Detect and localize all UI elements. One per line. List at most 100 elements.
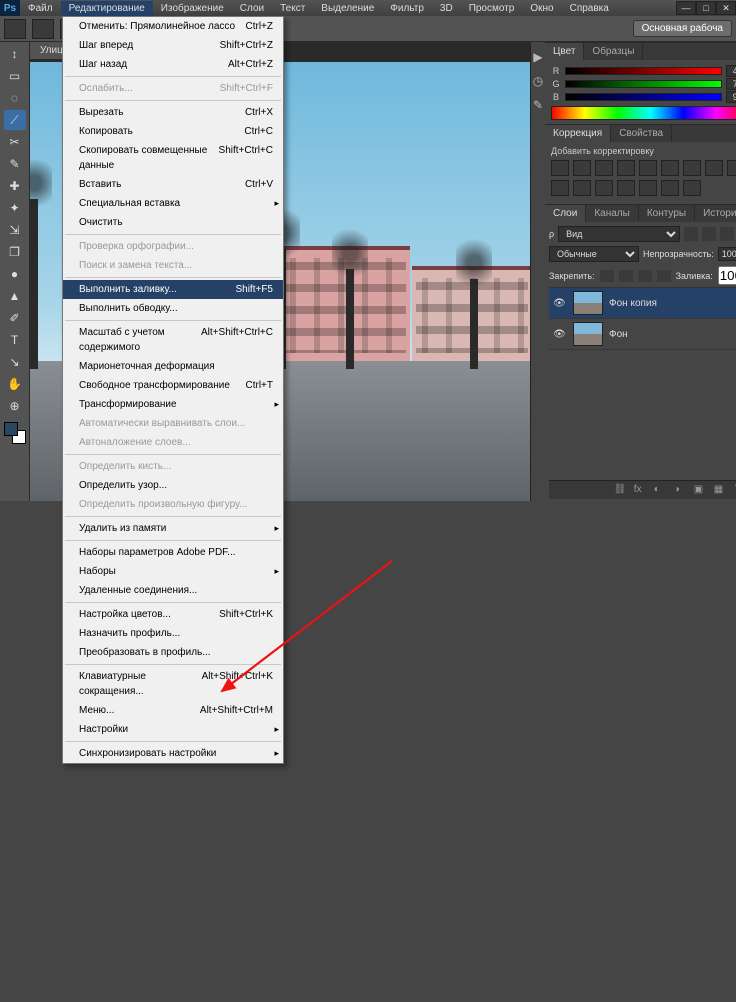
- close-button[interactable]: ✕: [716, 1, 736, 15]
- tool-button[interactable]: ✚: [4, 176, 26, 196]
- menu-item[interactable]: Скопировать совмещенные данныеShift+Ctrl…: [63, 141, 283, 175]
- b-slider[interactable]: [565, 93, 722, 101]
- tab-paths[interactable]: Контуры: [639, 205, 695, 222]
- blend-mode-select[interactable]: Обычные: [549, 246, 639, 262]
- adj-btn[interactable]: [661, 180, 679, 196]
- menu-item[interactable]: Синхронизировать настройки: [63, 744, 283, 763]
- maximize-button[interactable]: □: [696, 1, 716, 15]
- brush-icon[interactable]: ✎: [531, 98, 545, 112]
- menu-item[interactable]: Клавиатурные сокращения...Alt+Shift+Ctrl…: [63, 667, 283, 701]
- adj-btn[interactable]: [683, 180, 701, 196]
- menu-item[interactable]: Масштаб с учетом содержимогоAlt+Shift+Ct…: [63, 323, 283, 357]
- menu-слои[interactable]: Слои: [232, 1, 272, 16]
- menu-окно[interactable]: Окно: [522, 1, 561, 16]
- layer-name[interactable]: Фон копия: [609, 298, 657, 309]
- layer-row[interactable]: 👁 Фон: [549, 319, 736, 350]
- menu-item[interactable]: Шаг впередShift+Ctrl+Z: [63, 36, 283, 55]
- menu-item[interactable]: Преобразовать в профиль...: [63, 643, 283, 662]
- tool-button[interactable]: ✦: [4, 198, 26, 218]
- filter-select[interactable]: Вид: [558, 226, 680, 242]
- menu-item[interactable]: Настройки: [63, 720, 283, 739]
- layer-name[interactable]: Фон: [609, 329, 628, 340]
- layer-thumb[interactable]: [573, 322, 603, 346]
- menu-редактирование[interactable]: Редактирование: [61, 1, 153, 16]
- menu-item[interactable]: Меню...Alt+Shift+Ctrl+M: [63, 701, 283, 720]
- color-swatch[interactable]: [4, 422, 26, 444]
- tool-button[interactable]: T: [4, 330, 26, 350]
- r-slider[interactable]: [565, 67, 722, 75]
- menu-item[interactable]: Выполнить обводку...: [63, 299, 283, 318]
- menu-файл[interactable]: Файл: [20, 1, 61, 16]
- adj-btn[interactable]: [639, 160, 657, 176]
- menu-фильтр[interactable]: Фильтр: [382, 1, 432, 16]
- adj-btn[interactable]: [551, 180, 569, 196]
- tool-button[interactable]: ●: [4, 264, 26, 284]
- menu-просмотр[interactable]: Просмотр: [461, 1, 523, 16]
- lock-icon[interactable]: [657, 270, 671, 282]
- tool-button[interactable]: ⟋: [4, 110, 26, 130]
- color-spectrum[interactable]: [551, 106, 736, 120]
- history-icon[interactable]: ◷: [531, 74, 545, 88]
- tool-button[interactable]: ✋: [4, 374, 26, 394]
- menu-item[interactable]: Отменить: Прямолинейное лассоCtrl+Z: [63, 17, 283, 36]
- menu-справка[interactable]: Справка: [562, 1, 617, 16]
- adj-btn[interactable]: [727, 160, 736, 176]
- fx-icon[interactable]: fx: [634, 484, 648, 496]
- menu-item[interactable]: КопироватьCtrl+C: [63, 122, 283, 141]
- tool-button[interactable]: ⇲: [4, 220, 26, 240]
- menu-3d[interactable]: 3D: [432, 1, 461, 16]
- tool-button[interactable]: ▭: [4, 66, 26, 86]
- menu-item[interactable]: Определить узор...: [63, 476, 283, 495]
- fill-input[interactable]: [718, 266, 736, 285]
- lock-icon[interactable]: [600, 270, 614, 282]
- layer-row[interactable]: 👁 Фон копия: [549, 288, 736, 319]
- adj-btn[interactable]: [573, 160, 591, 176]
- menu-item[interactable]: Наборы параметров Adobe PDF...: [63, 543, 283, 562]
- b-value[interactable]: 97: [726, 91, 736, 103]
- adj-btn[interactable]: [595, 180, 613, 196]
- tool-button[interactable]: ◌: [4, 88, 26, 108]
- tool-button[interactable]: ↘: [4, 352, 26, 372]
- layer-thumb[interactable]: [573, 291, 603, 315]
- tool-button[interactable]: ↕: [4, 44, 26, 64]
- adj-btn[interactable]: [573, 180, 591, 196]
- tab-adjustments[interactable]: Коррекция: [545, 125, 611, 142]
- menu-item[interactable]: Трансформирование: [63, 395, 283, 414]
- menu-item[interactable]: Шаг назадAlt+Ctrl+Z: [63, 55, 283, 74]
- r-value[interactable]: 43: [726, 65, 736, 77]
- tool-button[interactable]: ❐: [4, 242, 26, 262]
- play-icon[interactable]: ▶: [531, 50, 545, 64]
- menu-item[interactable]: Назначить профиль...: [63, 624, 283, 643]
- tool-button[interactable]: ✂: [4, 132, 26, 152]
- menu-выделение[interactable]: Выделение: [313, 1, 382, 16]
- menu-item[interactable]: Выполнить заливку...Shift+F5: [63, 280, 283, 299]
- menu-item[interactable]: ВырезатьCtrl+X: [63, 103, 283, 122]
- menu-item[interactable]: Наборы: [63, 562, 283, 581]
- tab-channels[interactable]: Каналы: [586, 205, 639, 222]
- adj-btn[interactable]: [595, 160, 613, 176]
- menu-item[interactable]: Удаленные соединения...: [63, 581, 283, 600]
- adj-btn[interactable]: [639, 180, 657, 196]
- tab-properties[interactable]: Свойства: [611, 125, 672, 142]
- g-slider[interactable]: [565, 80, 722, 88]
- filter-icon[interactable]: [720, 227, 734, 241]
- folder-icon[interactable]: ▣: [694, 484, 708, 496]
- link-icon[interactable]: ⛓: [614, 484, 628, 496]
- visibility-icon[interactable]: 👁: [553, 329, 567, 340]
- menu-изображение[interactable]: Изображение: [153, 1, 232, 16]
- menu-item[interactable]: Настройка цветов...Shift+Ctrl+K: [63, 605, 283, 624]
- menu-item[interactable]: Специальная вставка: [63, 194, 283, 213]
- visibility-icon[interactable]: 👁: [553, 298, 567, 309]
- minimize-button[interactable]: —: [676, 1, 696, 15]
- adj-btn[interactable]: [661, 160, 679, 176]
- menu-item[interactable]: Свободное трансформированиеCtrl+T: [63, 376, 283, 395]
- adj-btn[interactable]: [705, 160, 723, 176]
- adj-btn[interactable]: [617, 180, 635, 196]
- tool-preset-icon[interactable]: [4, 19, 26, 39]
- tool-button[interactable]: ✐: [4, 308, 26, 328]
- adj-btn[interactable]: [551, 160, 569, 176]
- tab-color[interactable]: Цвет: [545, 43, 584, 60]
- workspace-button[interactable]: Основная рабоча: [633, 20, 732, 37]
- lock-icon[interactable]: [638, 270, 652, 282]
- filter-icon[interactable]: [684, 227, 698, 241]
